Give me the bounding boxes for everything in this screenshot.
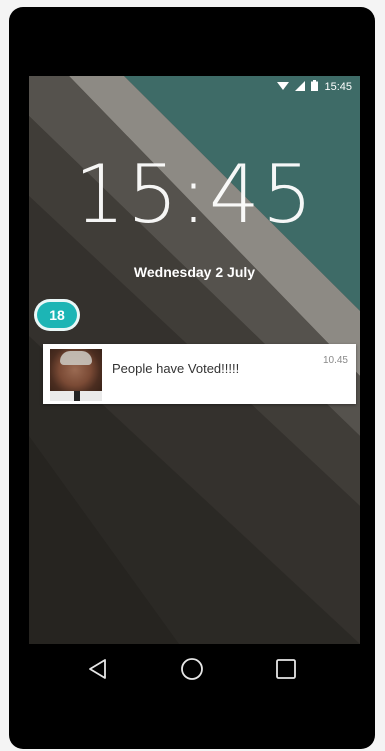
back-icon xyxy=(89,659,106,679)
notification-card[interactable]: People have Voted!!!!! 10.45 xyxy=(43,344,356,404)
notification-text: People have Voted!!!!! xyxy=(112,361,240,376)
lockscreen-clock: 15:45 xyxy=(74,148,315,241)
navigation-bar xyxy=(9,644,375,694)
home-icon xyxy=(181,658,203,680)
status-time: 15:45 xyxy=(324,81,352,93)
signal-icon xyxy=(295,80,306,94)
notification-count-badge[interactable]: 18 xyxy=(37,302,77,328)
lockscreen-date: Wednesday 2 July xyxy=(133,264,256,280)
wifi-icon xyxy=(277,81,290,94)
back-button[interactable] xyxy=(80,651,116,687)
avatar xyxy=(50,349,102,401)
recents-button[interactable] xyxy=(268,651,304,687)
notification-time: 10.45 xyxy=(322,355,348,366)
status-bar: 15:45 xyxy=(29,76,360,98)
lock-screen: 15:45 15:45 Wednesday 2 July 18 People h… xyxy=(29,76,360,644)
recents-icon xyxy=(276,659,296,679)
battery-icon xyxy=(311,80,319,94)
home-button[interactable] xyxy=(174,651,210,687)
phone-frame: 15:45 15:45 Wednesday 2 July 18 People h… xyxy=(9,7,375,749)
